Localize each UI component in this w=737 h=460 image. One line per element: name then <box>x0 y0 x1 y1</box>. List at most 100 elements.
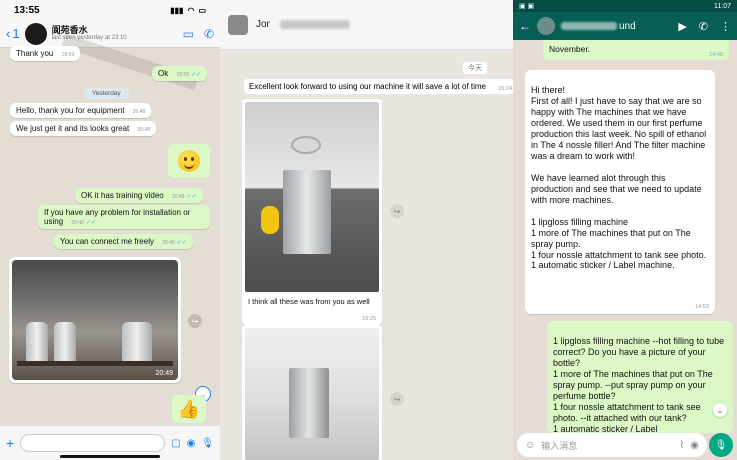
photo-message[interactable]: 20:49 <box>9 257 181 383</box>
compressor-shape <box>261 206 279 234</box>
message-text: If you have any problem for installation… <box>44 208 191 226</box>
table-shape <box>17 361 173 366</box>
machine-shape <box>122 322 152 362</box>
avatar[interactable] <box>24 22 47 45</box>
message-time: 20:48 <box>137 127 150 133</box>
message-text: 1 lipgloss filling machine --hot filling… <box>553 335 725 433</box>
message-text: Excellent look forward to using our mach… <box>249 82 486 91</box>
message-time: 18:59 <box>61 52 75 58</box>
phone-icon[interactable]: ✆ <box>204 27 214 41</box>
photo-message[interactable] <box>242 325 382 460</box>
header-actions: ▶ ✆ ⋮ <box>678 20 731 33</box>
message-time: 20:48 <box>162 240 175 246</box>
back-count: 1 <box>12 26 20 41</box>
message-input[interactable] <box>20 434 166 452</box>
microphone-icon[interactable]: 🎙 <box>201 438 214 449</box>
message-bubble[interactable]: Ok 18:59 ✓✓ <box>152 66 208 81</box>
message-input[interactable]: ☺ 输入消息 ⌇ ◉ <box>517 433 707 457</box>
back-arrow-icon[interactable]: ← <box>519 19 531 33</box>
message-text: Hello, thank you for equipment <box>16 106 125 115</box>
plus-icon[interactable]: + <box>6 435 14 451</box>
message-time: 20:48 <box>71 220 84 226</box>
share-icon[interactable]: ↪ <box>390 392 404 406</box>
message-bubble[interactable]: November. 14:45 <box>543 40 729 60</box>
filling-machine-shape <box>283 170 331 254</box>
emoji-icon[interactable]: ☺ <box>525 440 535 451</box>
status-time: 11:07 <box>714 2 731 10</box>
more-options-icon[interactable]: ⋮ <box>720 20 731 33</box>
photo-message[interactable]: I think all these was from you as well 1… <box>242 99 382 325</box>
message-bubble[interactable]: Hi there! First of all! I just have to s… <box>525 70 715 314</box>
message-text: November. <box>549 44 591 54</box>
video-call-icon[interactable]: ▶ <box>678 20 686 33</box>
camera-icon[interactable]: ◉ <box>187 438 196 449</box>
status-time: 13:55 <box>14 4 40 16</box>
screenshot-collage: 13:55 ▮▮▮ ◠ ▭ ‹ 1 阆苑香水 last seen yesterd… <box>0 0 737 460</box>
camera-icon[interactable]: ◉ <box>690 440 699 451</box>
message-bubble[interactable]: You can connect me freely 20:48 ✓✓ <box>54 234 193 249</box>
chat-header: Jor <box>220 0 513 50</box>
notification-icons: ▣ ▣ <box>519 3 535 10</box>
contact-info[interactable]: und <box>561 21 672 32</box>
redacted-name <box>279 20 350 29</box>
message-bubble[interactable]: If you have any problem for installation… <box>38 205 210 229</box>
status-bar: 13:55 ▮▮▮ ◠ ▭ <box>0 0 220 20</box>
avatar[interactable] <box>537 17 555 35</box>
message-text: Hi there! First of all! I just have to s… <box>531 84 707 271</box>
message-time: 18:59 <box>176 72 189 78</box>
message-text: Ok <box>158 69 169 78</box>
smiley-emoji-icon <box>178 150 200 172</box>
message-text: Thank you <box>16 49 54 58</box>
contact-name: Jor <box>256 19 270 30</box>
read-ticks-icon: ✓✓ <box>176 240 187 246</box>
wifi-icon: ◠ <box>187 5 195 15</box>
wechat-chat-panel: Jor 今天 Excellent look forward to using o… <box>220 0 513 460</box>
message-text: OK it has training video <box>81 191 164 200</box>
message-bubble[interactable]: Hello, thank you for equipment 20:48 <box>10 103 152 118</box>
ios-chat-panel: 13:55 ▮▮▮ ◠ ▭ ‹ 1 阆苑香水 last seen yesterd… <box>0 0 220 460</box>
message-time: 15:25 <box>362 316 376 322</box>
video-call-icon[interactable]: ▭ <box>183 27 194 41</box>
scroll-down-button[interactable]: ⌄ <box>713 403 727 417</box>
thumbs-up-icon: 👍 <box>177 398 201 419</box>
machine-photo <box>245 328 379 460</box>
emoji-message[interactable] <box>168 144 210 178</box>
android-chat-panel: ▣ ▣ 11:07 ← und ▶ ✆ ⋮ November. 14:45 Hi… <box>513 0 737 460</box>
message-time: 15:24 <box>498 86 512 92</box>
header-actions: ▭ ✆ <box>183 27 214 41</box>
back-button[interactable]: ‹ 1 <box>6 26 20 41</box>
forward-icon[interactable]: ↪ <box>188 314 202 328</box>
chat-header: ← und ▶ ✆ ⋮ <box>513 12 737 40</box>
message-time: 14:53 <box>695 304 709 311</box>
message-text: You can connect me freely <box>60 237 154 246</box>
message-bubble[interactable]: 1 lipgloss filling machine --hot filling… <box>547 321 733 433</box>
message-bubble[interactable]: OK it has training video 20:48 ✓✓ <box>75 188 203 203</box>
thumbs-up-message[interactable]: 👍 <box>172 395 206 423</box>
attach-icon[interactable]: ⌇ <box>679 440 684 451</box>
sticker-icon[interactable]: ▢ <box>171 438 180 449</box>
filling-machine-shape <box>289 368 329 438</box>
home-indicator <box>60 455 160 458</box>
message-bubble[interactable]: Excellent look forward to using our mach… <box>244 79 513 94</box>
machine-shape <box>26 322 48 362</box>
machine-shape <box>54 322 76 362</box>
message-time: 20:48 <box>132 109 146 115</box>
message-bubble[interactable]: Thank you 18:59 <box>10 46 81 61</box>
message-text: We just get it and its looks great <box>16 124 130 133</box>
phone-icon[interactable]: ✆ <box>699 20 708 33</box>
contact-name: und <box>619 20 636 32</box>
factory-photo <box>12 260 178 380</box>
message-text: I think all these was from you as well <box>248 297 370 306</box>
message-time: 20:49 <box>155 370 173 377</box>
read-ticks-icon: ✓✓ <box>186 194 197 200</box>
chat-header: ‹ 1 阆苑香水 last seen yesterday at 23:10 ▭ … <box>0 20 220 48</box>
microphone-button[interactable]: 🎙 <box>709 433 733 457</box>
status-icons: ▮▮▮ ◠ ▭ <box>170 6 206 15</box>
avatar[interactable] <box>228 14 248 35</box>
share-icon[interactable]: ↪ <box>390 204 404 218</box>
message-time: 20:48 <box>171 194 185 200</box>
tank-shape <box>291 136 321 154</box>
input-placeholder: 输入消息 <box>541 440 578 451</box>
message-bubble[interactable]: We just get it and its looks great 20:48 <box>10 121 156 136</box>
read-ticks-icon: ✓✓ <box>190 72 202 78</box>
